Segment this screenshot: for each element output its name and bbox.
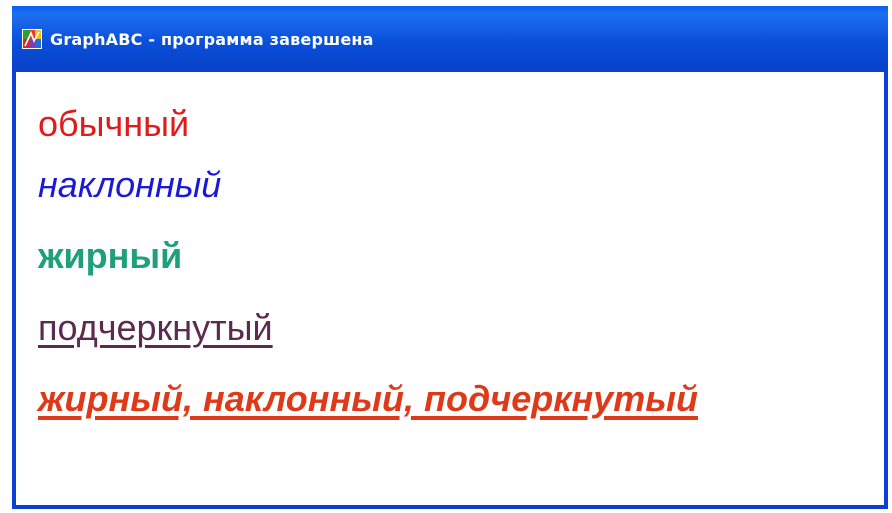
page-margin [0,0,12,513]
text-bold-italic-underline: жирный, наклонный, подчеркнутый [38,378,699,419]
graphabc-window: GraphABC - программа завершена обычный н… [12,6,888,509]
text-italic: наклонный [38,164,222,205]
graphics-canvas: обычный наклонный жирный подчеркнутый жи… [16,72,884,505]
text-normal: обычный [38,103,190,144]
text-underline: подчеркнутый [38,307,273,348]
window-title: GraphABC - программа завершена [50,29,374,49]
graphabc-app-icon [22,29,42,49]
text-bold: жирный [38,235,183,276]
title-bar[interactable]: GraphABC - программа завершена [12,6,888,72]
